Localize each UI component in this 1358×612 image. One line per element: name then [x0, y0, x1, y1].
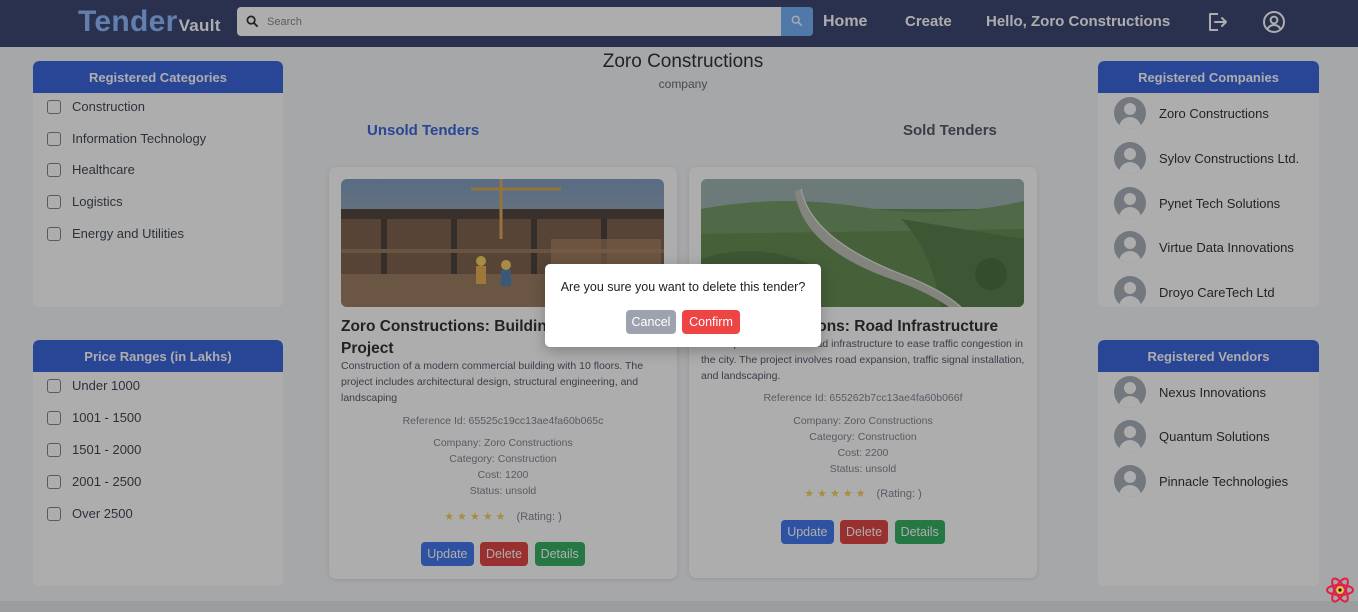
page-bottom-edge	[0, 601, 1358, 612]
react-devtools-icon[interactable]	[1324, 574, 1356, 606]
dialog-message: Are you sure you want to delete this ten…	[560, 280, 806, 294]
delete-confirm-dialog: Are you sure you want to delete this ten…	[545, 264, 821, 347]
cancel-button[interactable]: Cancel	[626, 310, 676, 334]
confirm-button[interactable]: Confirm	[682, 310, 740, 334]
